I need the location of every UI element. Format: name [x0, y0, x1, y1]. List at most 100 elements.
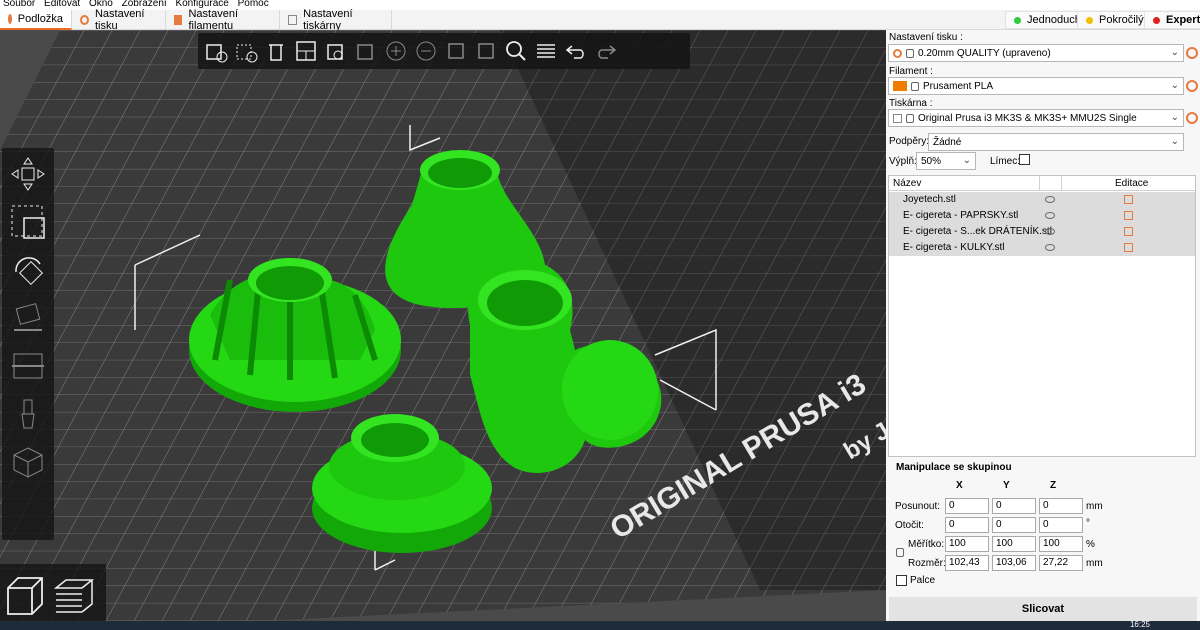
eye-icon[interactable]: [1045, 244, 1055, 251]
remove-instance-button[interactable]: [412, 36, 440, 66]
menu-configuration[interactable]: Konfigurace: [172, 0, 231, 9]
filament-combo[interactable]: Prusament PLA ⌄: [888, 77, 1184, 95]
redo-button[interactable]: [592, 36, 620, 66]
support-painting-icon: [21, 399, 35, 429]
arrange-icon: [296, 41, 316, 61]
lock-icon: [906, 48, 914, 58]
tab-printer-settings[interactable]: Nastavení tiskárny: [280, 8, 392, 32]
add-instance-button[interactable]: [382, 36, 410, 66]
printer-label: Tiskárna :: [889, 98, 933, 109]
menu-help[interactable]: Pomoc: [235, 0, 272, 9]
preview-button[interactable]: [52, 574, 96, 618]
supports-combo[interactable]: Žádné ⌄: [928, 133, 1184, 151]
column-edit: Editace: [1115, 178, 1149, 189]
rotation-label: Otočit:: [895, 520, 924, 531]
axis-x-label: X: [956, 480, 963, 491]
mode-label: Pokročilý: [1099, 14, 1144, 26]
position-z-field[interactable]: 0: [1039, 498, 1083, 514]
menu-window[interactable]: Okno: [86, 0, 116, 9]
printer-icon: [288, 15, 298, 25]
menu-edit[interactable]: Editovat: [41, 0, 83, 9]
place-on-face-button[interactable]: [6, 296, 50, 340]
support-painting-button[interactable]: [6, 392, 50, 436]
search-button[interactable]: [502, 36, 530, 66]
mode-dot-icon: [1086, 16, 1093, 24]
move-button[interactable]: [6, 152, 50, 196]
scale-label: Měřítko:: [908, 539, 945, 550]
gear-icon: [893, 48, 902, 58]
top-toolbar: [198, 33, 690, 69]
brim-checkbox[interactable]: [1019, 154, 1030, 165]
size-x-field[interactable]: 102,43: [945, 555, 989, 571]
list-item[interactable]: E- cigereta - PAPRSKY.stl: [889, 208, 1195, 224]
mode-dot-icon: [1153, 16, 1160, 24]
move-icon: [11, 157, 45, 191]
scale-button[interactable]: [6, 200, 50, 244]
3d-viewport[interactable]: ORIGINAL PRUSA i3 by J: [0, 30, 886, 630]
inches-checkbox[interactable]: [896, 575, 907, 586]
lock-icon: [911, 81, 919, 91]
object-list: Název Editace Joyetech.stl E- cigereta -…: [888, 175, 1196, 457]
add-button[interactable]: [202, 36, 230, 66]
list-item[interactable]: Joyetech.stl: [889, 192, 1195, 208]
paste-button[interactable]: [352, 36, 380, 66]
position-x-field[interactable]: 0: [945, 498, 989, 514]
rotation-y-field[interactable]: 0: [992, 517, 1036, 533]
infill-combo[interactable]: 50% ⌄: [916, 152, 976, 170]
axis-y-label: Y: [1003, 480, 1010, 491]
seam-painting-button[interactable]: [6, 440, 50, 484]
delete-all-button[interactable]: [262, 36, 290, 66]
mode-advanced-button[interactable]: Pokročilý: [1077, 11, 1153, 29]
3d-view-button[interactable]: [2, 574, 46, 618]
size-label: Rozměr:: [908, 558, 946, 569]
chevron-down-icon: ⌄: [1170, 136, 1179, 147]
list-item[interactable]: E- cigereta - S...ek DRÁTENÍK.stl: [889, 224, 1195, 240]
tab-plater[interactable]: Podložka: [0, 10, 72, 30]
copy-button[interactable]: [322, 36, 350, 66]
tab-print-settings[interactable]: Nastavení tisku: [72, 8, 166, 32]
slice-button[interactable]: Slicovat: [889, 597, 1197, 621]
layers-editing-button[interactable]: [532, 36, 560, 66]
edit-icon[interactable]: [1124, 195, 1133, 204]
undo-icon: [565, 45, 584, 59]
edit-icon[interactable]: [1124, 211, 1133, 220]
inches-label: Palce: [910, 575, 936, 586]
filament-icon: [174, 15, 183, 25]
unit-label: %: [1086, 539, 1095, 550]
layers-editing-icon: [537, 44, 555, 58]
position-y-field[interactable]: 0: [992, 498, 1036, 514]
print-settings-combo[interactable]: 0.20mm QUALITY (upraveno) ⌄: [888, 44, 1184, 62]
redo-icon: [598, 45, 617, 59]
tab-filament-settings[interactable]: Nastavení filamentu: [166, 8, 280, 32]
list-item[interactable]: E- cigereta - KULKY.stl: [889, 240, 1195, 256]
arrange-button[interactable]: [292, 36, 320, 66]
rotate-button[interactable]: [6, 248, 50, 292]
tab-label: Nastavení tisku: [94, 8, 145, 32]
printer-edit-icon[interactable]: [1186, 112, 1198, 124]
cut-button[interactable]: [6, 344, 50, 388]
eye-icon[interactable]: [1045, 228, 1055, 235]
printer-combo[interactable]: Original Prusa i3 MK3S & MK3S+ MMU2S Sin…: [888, 109, 1184, 127]
mode-expert-button[interactable]: Expert: [1144, 11, 1200, 29]
size-y-field[interactable]: 103,06: [992, 555, 1036, 571]
size-z-field[interactable]: 27,22: [1039, 555, 1083, 571]
scale-x-field[interactable]: 100: [945, 536, 989, 552]
lock-icon[interactable]: [896, 548, 904, 557]
filament-edit-icon[interactable]: [1186, 80, 1198, 92]
split-parts-button[interactable]: [472, 36, 500, 66]
split-objects-button[interactable]: [442, 36, 470, 66]
edit-icon[interactable]: [1124, 227, 1133, 236]
menu-file[interactable]: Soubor: [0, 0, 38, 9]
rotation-x-field[interactable]: 0: [945, 517, 989, 533]
eye-icon[interactable]: [1045, 196, 1055, 203]
print-settings-edit-icon[interactable]: [1186, 47, 1198, 59]
delete-button[interactable]: [232, 36, 260, 66]
rotation-z-field[interactable]: 0: [1039, 517, 1083, 533]
edit-icon[interactable]: [1124, 243, 1133, 252]
eye-icon[interactable]: [1045, 212, 1055, 219]
scale-y-field[interactable]: 100: [992, 536, 1036, 552]
undo-button[interactable]: [562, 36, 590, 66]
settings-panel: Nastavení tisku : 0.20mm QUALITY (uprave…: [886, 30, 1200, 630]
scale-z-field[interactable]: 100: [1039, 536, 1083, 552]
menu-view[interactable]: Zobrazení: [119, 0, 170, 9]
